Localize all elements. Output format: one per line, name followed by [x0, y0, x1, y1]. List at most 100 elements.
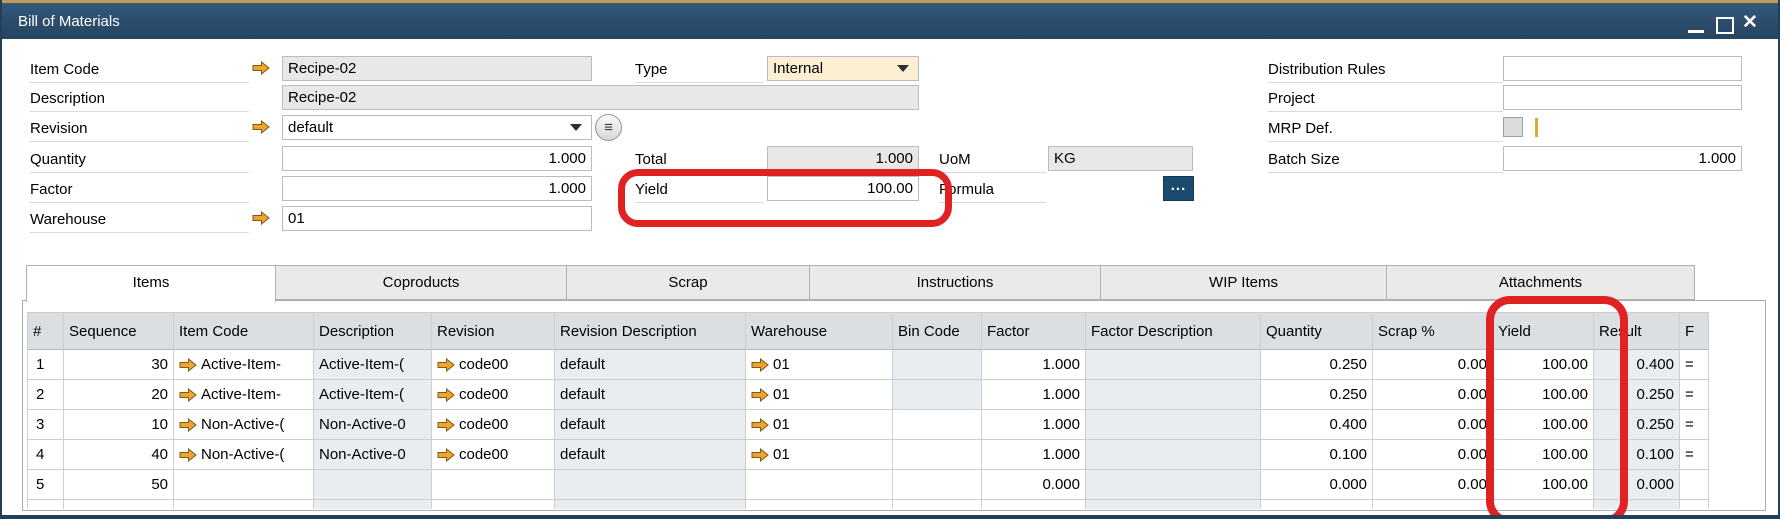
revision-menu-button[interactable]: ≡ — [595, 114, 622, 141]
cell-revision[interactable]: code00 — [432, 410, 555, 440]
cell-partial — [1493, 500, 1594, 509]
column-header-yield[interactable]: Yield — [1493, 312, 1594, 350]
cell--[interactable]: 4 — [27, 440, 64, 470]
warehouse-field[interactable]: 01 — [282, 206, 592, 231]
cell-f[interactable] — [1680, 470, 1709, 500]
cell-f[interactable]: = — [1680, 410, 1709, 440]
cell-f[interactable]: = — [1680, 350, 1709, 380]
column-header-quantity[interactable]: Quantity — [1261, 312, 1373, 350]
cell-yield[interactable]: 100.00 — [1493, 440, 1594, 470]
cell-revision[interactable]: code00 — [432, 350, 555, 380]
cell-factor[interactable]: 1.000 — [982, 380, 1086, 410]
column-header-scrap-[interactable]: Scrap % — [1373, 312, 1493, 350]
column-header-revision[interactable]: Revision — [432, 312, 555, 350]
cell-quantity[interactable]: 0.400 — [1261, 410, 1373, 440]
column-header-revision-description[interactable]: Revision Description — [555, 312, 746, 350]
cell-item-code[interactable]: Active-Item- — [174, 350, 314, 380]
column-header-warehouse[interactable]: Warehouse — [746, 312, 893, 350]
cell-item-code[interactable]: Non-Active-( — [174, 440, 314, 470]
project-field[interactable] — [1503, 85, 1742, 110]
link-arrow-icon[interactable] — [252, 61, 270, 79]
cell-bin-code[interactable] — [893, 470, 982, 500]
cell-factor[interactable]: 1.000 — [982, 350, 1086, 380]
cell-item-code[interactable]: Active-Item- — [174, 380, 314, 410]
tab-instructions[interactable]: Instructions — [809, 265, 1101, 300]
batch-size-field[interactable]: 1.000 — [1503, 146, 1742, 171]
quantity-field[interactable]: 1.000 — [282, 146, 592, 171]
cell-yield[interactable]: 100.00 — [1493, 350, 1594, 380]
column-header-description[interactable]: Description — [314, 312, 432, 350]
cell-sequence[interactable]: 30 — [64, 350, 174, 380]
cell-factor-description — [1086, 440, 1261, 470]
column-header-sequence[interactable]: Sequence — [64, 312, 174, 350]
cell-quantity[interactable]: 0.100 — [1261, 440, 1373, 470]
tab-scrap[interactable]: Scrap — [566, 265, 810, 300]
cell-factor-description — [1086, 470, 1261, 500]
cell--[interactable]: 1 — [27, 350, 64, 380]
minimize-icon[interactable] — [1688, 30, 1704, 33]
column-header-factor[interactable]: Factor — [982, 312, 1086, 350]
cell-scrap-[interactable]: 0.00 — [1373, 350, 1493, 380]
cell-factor[interactable]: 0.000 — [982, 470, 1086, 500]
cell-f[interactable]: = — [1680, 380, 1709, 410]
cell-scrap-[interactable]: 0.00 — [1373, 380, 1493, 410]
distribution-rules-field[interactable] — [1503, 56, 1742, 81]
cell-f[interactable]: = — [1680, 440, 1709, 470]
cell--[interactable]: 2 — [27, 380, 64, 410]
mrp-def-checkbox[interactable] — [1503, 117, 1523, 137]
cell-scrap-[interactable]: 0.00 — [1373, 410, 1493, 440]
cell-quantity[interactable]: 0.000 — [1261, 470, 1373, 500]
column-header-bin-code[interactable]: Bin Code — [893, 312, 982, 350]
cell-sequence[interactable]: 50 — [64, 470, 174, 500]
column-header-item-code[interactable]: Item Code — [174, 312, 314, 350]
cell-warehouse[interactable]: 01 — [746, 440, 893, 470]
tab-items[interactable]: Items — [26, 265, 276, 302]
revision-combo[interactable]: default — [282, 115, 592, 140]
link-arrow-icon[interactable] — [252, 211, 270, 229]
cell-yield[interactable]: 100.00 — [1493, 470, 1594, 500]
cell-partial — [1594, 500, 1680, 509]
factor-field[interactable]: 1.000 — [282, 176, 592, 201]
cell-yield[interactable]: 100.00 — [1493, 380, 1594, 410]
cell-factor-description — [1086, 410, 1261, 440]
tab-coproducts[interactable]: Coproducts — [275, 265, 567, 300]
column-header-f[interactable]: F — [1680, 312, 1709, 350]
formula-button[interactable]: ... — [1163, 176, 1194, 201]
cell-scrap-[interactable]: 0.00 — [1373, 470, 1493, 500]
cell--[interactable]: 3 — [27, 410, 64, 440]
column-header-result[interactable]: Result — [1594, 312, 1680, 350]
cell-warehouse[interactable]: 01 — [746, 410, 893, 440]
cell-sequence[interactable]: 40 — [64, 440, 174, 470]
cell--[interactable]: 5 — [27, 470, 64, 500]
link-arrow-icon[interactable] — [252, 120, 270, 138]
cell-scrap-[interactable]: 0.00 — [1373, 440, 1493, 470]
maximize-icon[interactable] — [1716, 17, 1734, 34]
cell-yield[interactable]: 100.00 — [1493, 410, 1594, 440]
cell-bin-code[interactable] — [893, 440, 982, 470]
cell-description: Non-Active-0 — [314, 410, 432, 440]
cell-revision[interactable]: code00 — [432, 380, 555, 410]
tab-wip-items[interactable]: WIP Items — [1100, 265, 1387, 300]
description-field: Recipe-02 — [282, 85, 919, 110]
cell-quantity[interactable]: 0.250 — [1261, 350, 1373, 380]
cell-sequence[interactable]: 20 — [64, 380, 174, 410]
cell-revision[interactable] — [432, 470, 555, 500]
cell-sequence[interactable]: 10 — [64, 410, 174, 440]
cell-warehouse[interactable]: 01 — [746, 380, 893, 410]
column-header--[interactable]: # — [27, 312, 64, 350]
tab-attachments[interactable]: Attachments — [1386, 265, 1695, 300]
column-header-factor-description[interactable]: Factor Description — [1086, 312, 1261, 350]
cell-factor[interactable]: 1.000 — [982, 410, 1086, 440]
cell-warehouse[interactable] — [746, 470, 893, 500]
cell-factor[interactable]: 1.000 — [982, 440, 1086, 470]
cell-quantity[interactable]: 0.250 — [1261, 380, 1373, 410]
close-icon[interactable]: ✕ — [1742, 11, 1758, 34]
yield-field[interactable]: 100.00 — [767, 176, 919, 201]
chevron-down-icon[interactable] — [897, 65, 909, 72]
cell-warehouse[interactable]: 01 — [746, 350, 893, 380]
cell-bin-code[interactable] — [893, 410, 982, 440]
cell-revision[interactable]: code00 — [432, 440, 555, 470]
cell-item-code[interactable]: Non-Active-( — [174, 410, 314, 440]
chevron-down-icon[interactable] — [570, 124, 582, 131]
cell-item-code[interactable] — [174, 470, 314, 500]
